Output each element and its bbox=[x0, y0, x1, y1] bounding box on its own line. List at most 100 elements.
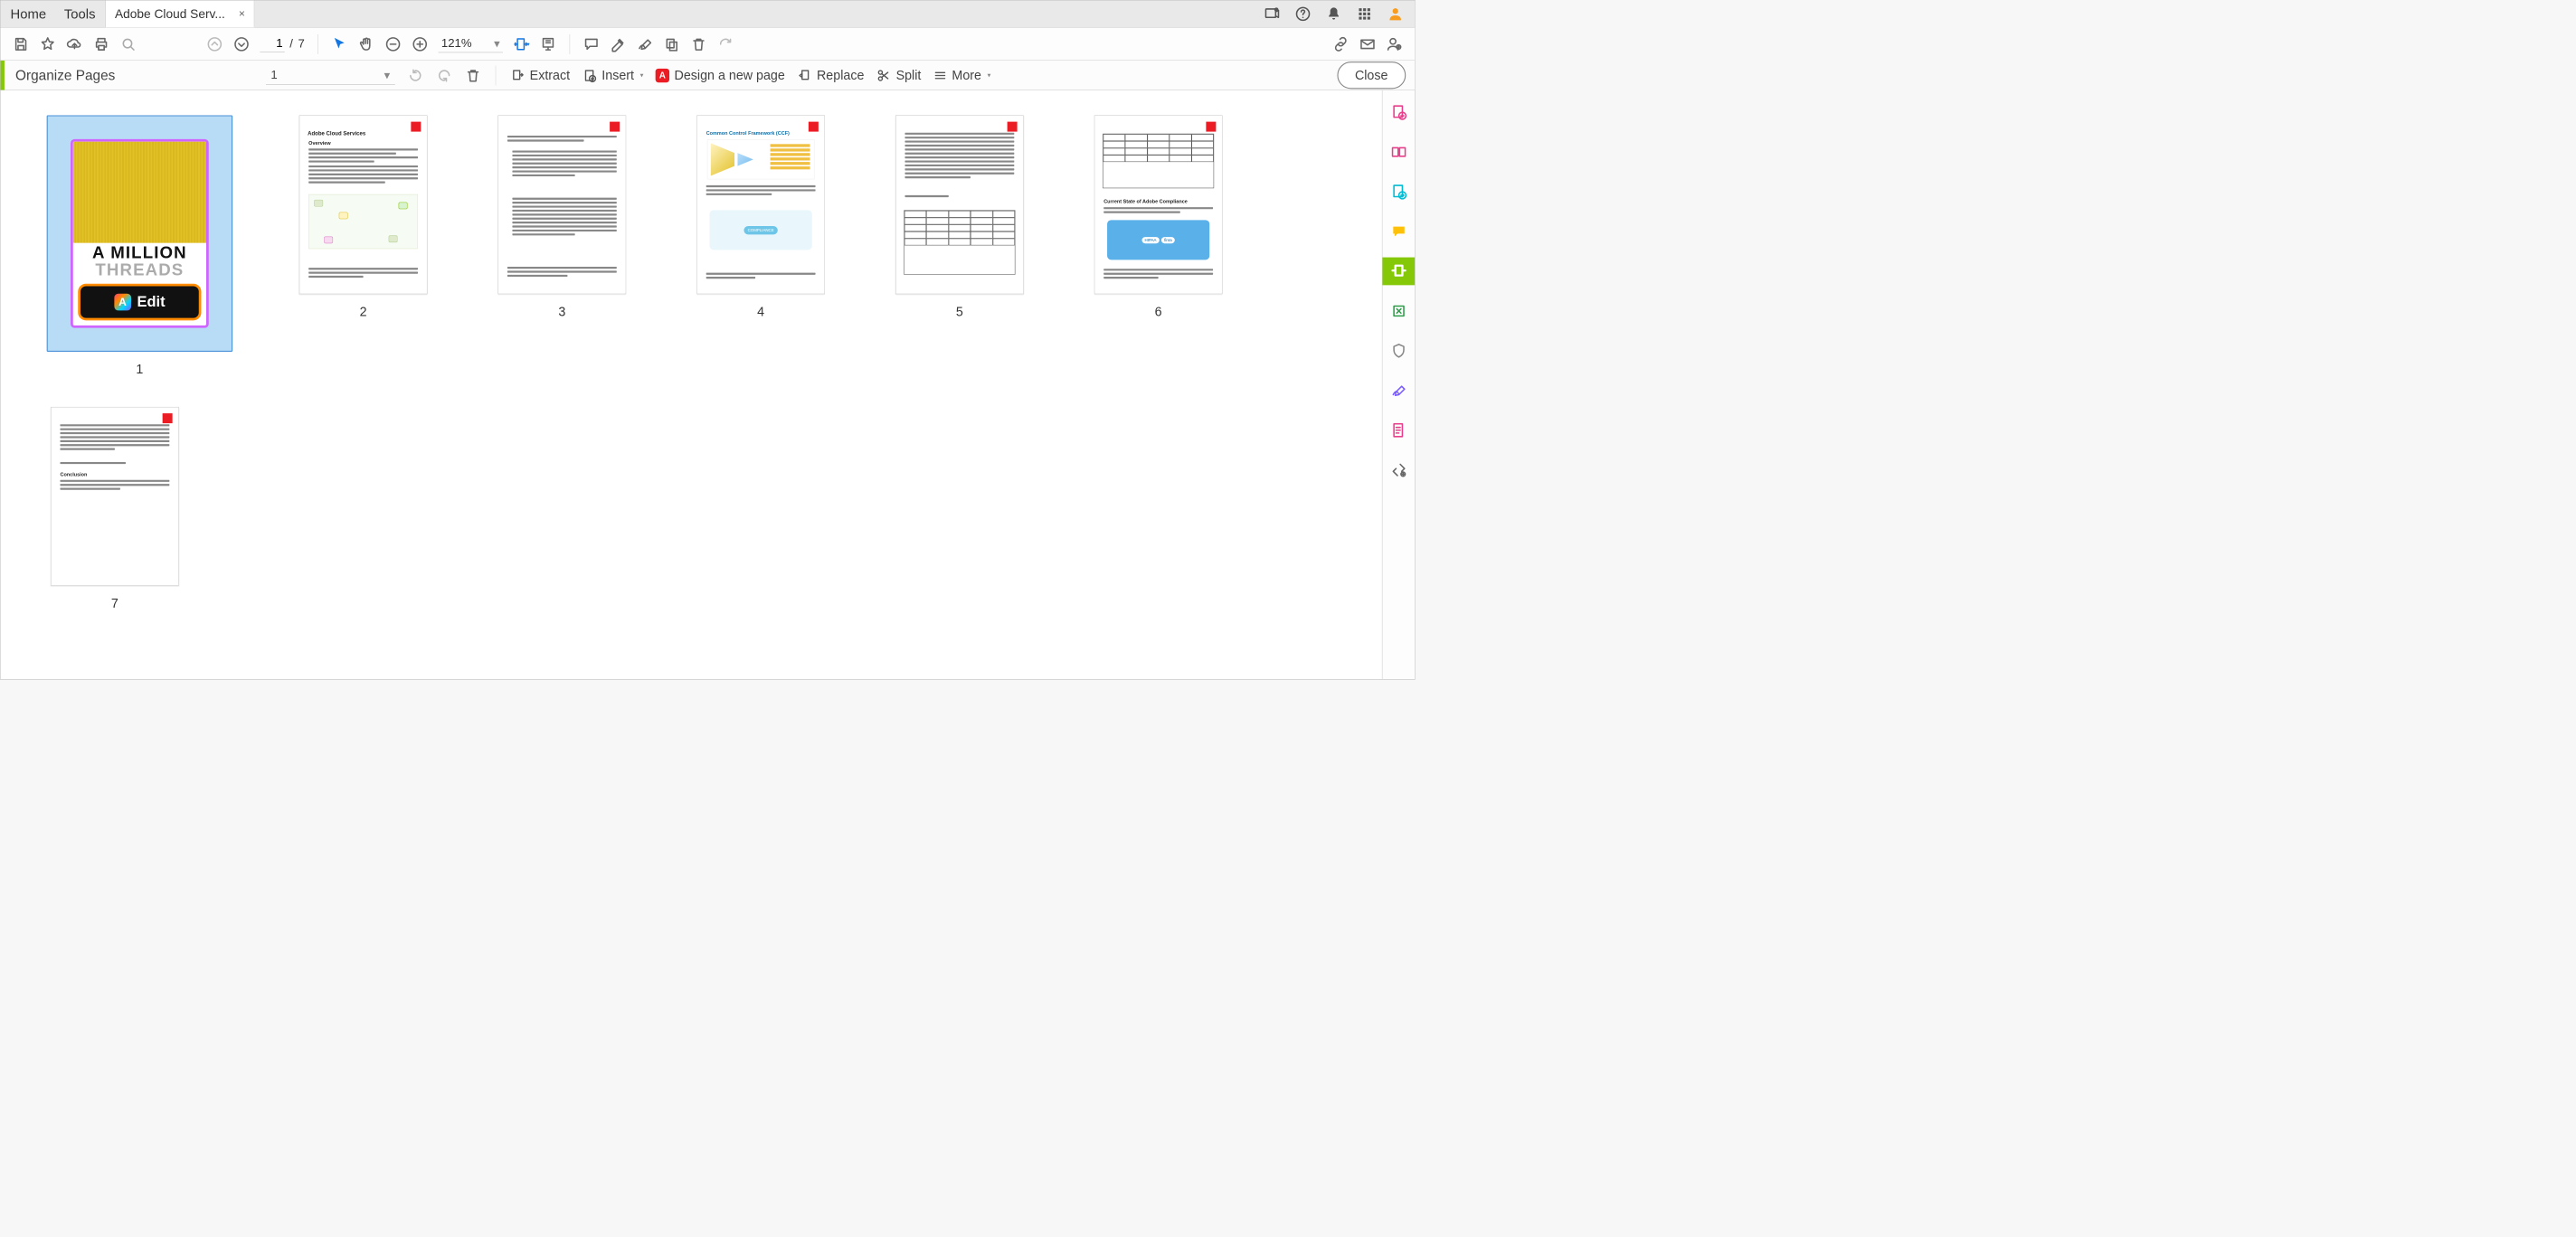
find-icon[interactable] bbox=[119, 35, 137, 52]
main-area: A MILLION THREADS A Edit 1 bbox=[1, 90, 1416, 679]
rail-comment-tool-icon[interactable] bbox=[1382, 218, 1415, 246]
read-mode-icon[interactable] bbox=[540, 35, 557, 52]
page-thumb-7[interactable]: Conclusion 7 bbox=[35, 407, 194, 611]
page-sep: / bbox=[289, 37, 293, 51]
stamp-icon[interactable] bbox=[663, 35, 680, 52]
top-nav: Home Tools bbox=[1, 1, 106, 28]
document-tab[interactable]: Adobe Cloud Serv... × bbox=[106, 1, 255, 28]
rail-fill-sign-icon[interactable] bbox=[1382, 376, 1415, 404]
thumbnails-grid: A MILLION THREADS A Edit 1 bbox=[35, 115, 1347, 610]
page-thumb-5[interactable]: 5 bbox=[880, 115, 1039, 377]
page-thumb-3-label: 3 bbox=[558, 304, 565, 319]
organize-accent-stripe bbox=[1, 61, 5, 90]
zoom-in-icon[interactable] bbox=[412, 35, 429, 52]
page-thumb-1[interactable]: A MILLION THREADS A Edit 1 bbox=[35, 115, 244, 377]
comment-icon[interactable] bbox=[582, 35, 600, 52]
organize-page-dd-value: 1 bbox=[270, 68, 277, 81]
page-thumb-6[interactable]: Current State of Adobe Compliance HIPAA … bbox=[1079, 115, 1238, 377]
design-page-button[interactable]: A Design a new page bbox=[656, 68, 785, 83]
delete-icon[interactable] bbox=[690, 35, 707, 52]
page-3-preview bbox=[497, 115, 626, 294]
rail-edit-pdf-icon[interactable] bbox=[1382, 416, 1415, 444]
chevron-down-icon: ▾ bbox=[494, 36, 500, 51]
replace-button[interactable]: Replace bbox=[797, 68, 864, 83]
zoom-value: 121% bbox=[441, 37, 472, 51]
share-screen-icon[interactable] bbox=[1264, 5, 1281, 23]
account-icon[interactable] bbox=[1387, 5, 1404, 23]
split-button[interactable]: Split bbox=[876, 68, 922, 83]
rotate-ccw-icon[interactable] bbox=[407, 67, 424, 84]
close-tab-icon[interactable]: × bbox=[239, 7, 245, 20]
link-icon[interactable] bbox=[1332, 35, 1350, 52]
star-icon[interactable] bbox=[39, 35, 56, 52]
chevron-down-icon: ▾ bbox=[640, 71, 644, 80]
rail-compress-icon[interactable] bbox=[1382, 297, 1415, 326]
current-page-input[interactable] bbox=[260, 36, 284, 52]
print-icon[interactable] bbox=[93, 35, 110, 52]
right-tool-rail bbox=[1382, 90, 1415, 679]
page-down-icon[interactable] bbox=[233, 35, 251, 52]
insert-button[interactable]: Insert ▾ bbox=[582, 68, 643, 83]
extract-button[interactable]: Extract bbox=[510, 68, 570, 83]
zoom-level-dropdown[interactable]: 121% ▾ bbox=[439, 35, 503, 52]
more-label: More bbox=[952, 68, 981, 83]
save-icon[interactable] bbox=[13, 35, 30, 52]
more-button[interactable]: More ▾ bbox=[933, 68, 991, 83]
page-thumb-4[interactable]: Common Control Framework (CCF) COMPLIANC… bbox=[681, 115, 840, 377]
nav-home[interactable]: Home bbox=[11, 6, 47, 22]
page-6-preview: Current State of Adobe Compliance HIPAA … bbox=[1094, 115, 1223, 294]
fit-width-icon[interactable]: ▾ bbox=[513, 35, 530, 52]
notifications-icon[interactable] bbox=[1325, 5, 1342, 23]
page-thumb-6-label: 6 bbox=[1155, 304, 1162, 319]
sign-icon[interactable] bbox=[637, 35, 654, 52]
page-5-preview bbox=[895, 115, 1024, 294]
adobe-logo-icon: A bbox=[656, 69, 669, 82]
document-tab-title: Adobe Cloud Serv... bbox=[115, 6, 232, 21]
page-thumb-3[interactable]: 3 bbox=[482, 115, 641, 377]
help-icon[interactable] bbox=[1294, 5, 1312, 23]
rail-organize-pages-icon[interactable] bbox=[1382, 258, 1415, 286]
page-thumbnails-area[interactable]: A MILLION THREADS A Edit 1 bbox=[1, 90, 1382, 679]
apps-grid-icon[interactable] bbox=[1356, 5, 1373, 23]
adobe-express-logo-icon: A bbox=[114, 294, 131, 311]
edit-label: Edit bbox=[137, 294, 165, 311]
rail-more-tools-icon[interactable] bbox=[1382, 456, 1415, 484]
organize-page-dropdown[interactable]: 1 ▾ bbox=[266, 66, 395, 85]
chevron-down-icon: ▾ bbox=[384, 68, 391, 82]
cloud-upload-icon[interactable] bbox=[66, 35, 83, 52]
page-thumb-2-label: 2 bbox=[360, 304, 367, 319]
nav-tools[interactable]: Tools bbox=[64, 6, 96, 22]
edit-in-express-button[interactable]: A Edit bbox=[78, 284, 201, 321]
selection-tool-icon[interactable] bbox=[331, 35, 348, 52]
redo-action-icon[interactable] bbox=[717, 35, 734, 52]
page-thumb-7-label: 7 bbox=[111, 596, 118, 611]
share-people-icon[interactable] bbox=[1386, 35, 1403, 52]
page-thumb-2[interactable]: Adobe Cloud Services Overview bbox=[284, 115, 443, 377]
page-2-preview: Adobe Cloud Services Overview bbox=[299, 115, 428, 294]
rail-protect-icon[interactable] bbox=[1382, 336, 1415, 364]
rail-combine-icon[interactable] bbox=[1382, 138, 1415, 166]
page-thumb-1-label: 1 bbox=[136, 362, 143, 377]
main-toolbar: / 7 121% ▾ ▾ bbox=[1, 28, 1416, 61]
close-organize-button[interactable]: Close bbox=[1337, 61, 1406, 89]
total-pages: 7 bbox=[298, 37, 304, 51]
extract-label: Extract bbox=[530, 68, 570, 83]
page-number-control: / 7 bbox=[260, 36, 304, 52]
page-up-icon[interactable] bbox=[206, 35, 223, 52]
rail-export-pdf-icon[interactable] bbox=[1382, 178, 1415, 206]
rail-create-pdf-icon[interactable] bbox=[1382, 99, 1415, 127]
page-4-preview: Common Control Framework (CCF) COMPLIANC… bbox=[696, 115, 825, 294]
rotate-cw-icon[interactable] bbox=[436, 67, 453, 84]
page-1-preview: A MILLION THREADS A Edit bbox=[71, 139, 209, 328]
split-label: Split bbox=[896, 68, 922, 83]
insert-label: Insert bbox=[601, 68, 634, 83]
design-page-label: Design a new page bbox=[675, 68, 785, 83]
page1-title-line2: THREADS bbox=[95, 260, 184, 279]
organize-pages-title: Organize Pages bbox=[15, 67, 254, 83]
highlight-icon[interactable] bbox=[610, 35, 627, 52]
page-thumb-5-label: 5 bbox=[956, 304, 963, 319]
hand-tool-icon[interactable] bbox=[358, 35, 375, 52]
delete-page-icon[interactable] bbox=[465, 67, 482, 84]
zoom-out-icon[interactable] bbox=[384, 35, 402, 52]
email-icon[interactable] bbox=[1359, 35, 1377, 52]
